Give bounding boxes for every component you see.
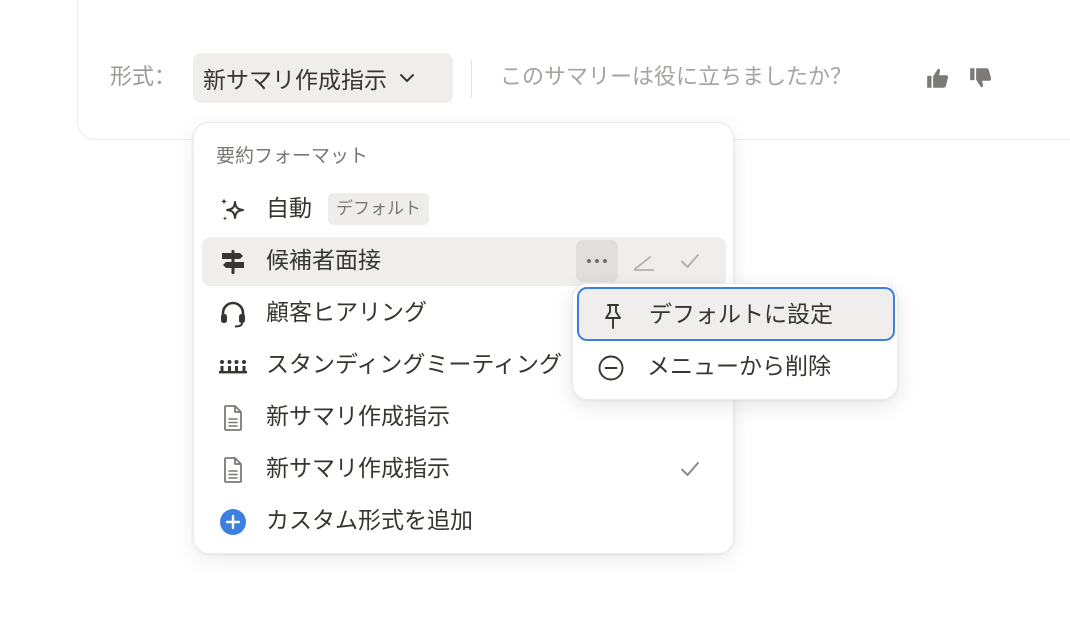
format-select-button[interactable]: 新サマリ作成指示 [193,53,453,103]
menu-item-label: 新サマリ作成指示 [266,404,450,430]
thumbs-down-icon[interactable] [968,65,994,91]
item-context-menu: デフォルトに設定 メニューから削除 [572,283,898,400]
format-label: 形式： [110,65,177,90]
check-icon [681,462,699,476]
sub-item-label: メニューから削除 [647,354,831,380]
menu-item-label: カスタム形式を追加 [266,508,473,534]
menu-item-label: 顧客ヒアリング [266,300,427,326]
sparkles-icon [220,198,244,221]
menu-item-label: 候補者面接 [266,248,381,274]
sub-item-label: デフォルトに設定 [649,302,833,328]
selected-format-text: 新サマリ作成指示 [203,68,387,94]
chevron-down-icon [400,74,414,82]
menu-item-new-summary-selected[interactable]: 新サマリ作成指示 [202,445,726,494]
pin-icon [605,304,621,329]
menu-item-label: 自動 [266,196,312,222]
edit-icon[interactable] [631,249,657,275]
menu-item-candidate-interview[interactable]: 候補者面接 [202,237,726,286]
toolbar-divider [471,60,472,98]
minus-circle-icon [598,355,624,381]
summary-format-screen: 形式： 新サマリ作成指示 このサマリーは役に立ちましたか？ 要約フォーマット 自… [0,0,1070,630]
check-icon [681,254,699,268]
menu-item-auto[interactable]: 自動 デフォルト [202,185,726,234]
menu-item-add-custom-format[interactable]: カスタム形式を追加 [202,497,726,546]
default-badge: デフォルト [328,193,429,225]
set-default-menu-item[interactable]: デフォルトに設定 [577,287,895,341]
more-options-button[interactable] [576,240,618,282]
headset-icon [221,301,245,328]
plus-circle-icon [220,509,246,535]
menu-item-label: 新サマリ作成指示 [266,456,450,482]
menu-item-new-summary[interactable]: 新サマリ作成指示 [202,393,726,442]
document-icon [224,405,242,431]
feedback-question: このサマリーは役に立ちましたか？ [500,65,853,90]
remove-from-menu-item[interactable]: メニューから削除 [577,341,895,395]
team-icon [219,360,247,374]
document-icon [224,457,242,483]
signpost-icon [222,250,244,274]
thumbs-up-icon[interactable] [925,65,951,91]
menu-item-label: スタンディングミーティング [266,352,563,378]
menu-header: 要約フォーマット [216,145,369,167]
